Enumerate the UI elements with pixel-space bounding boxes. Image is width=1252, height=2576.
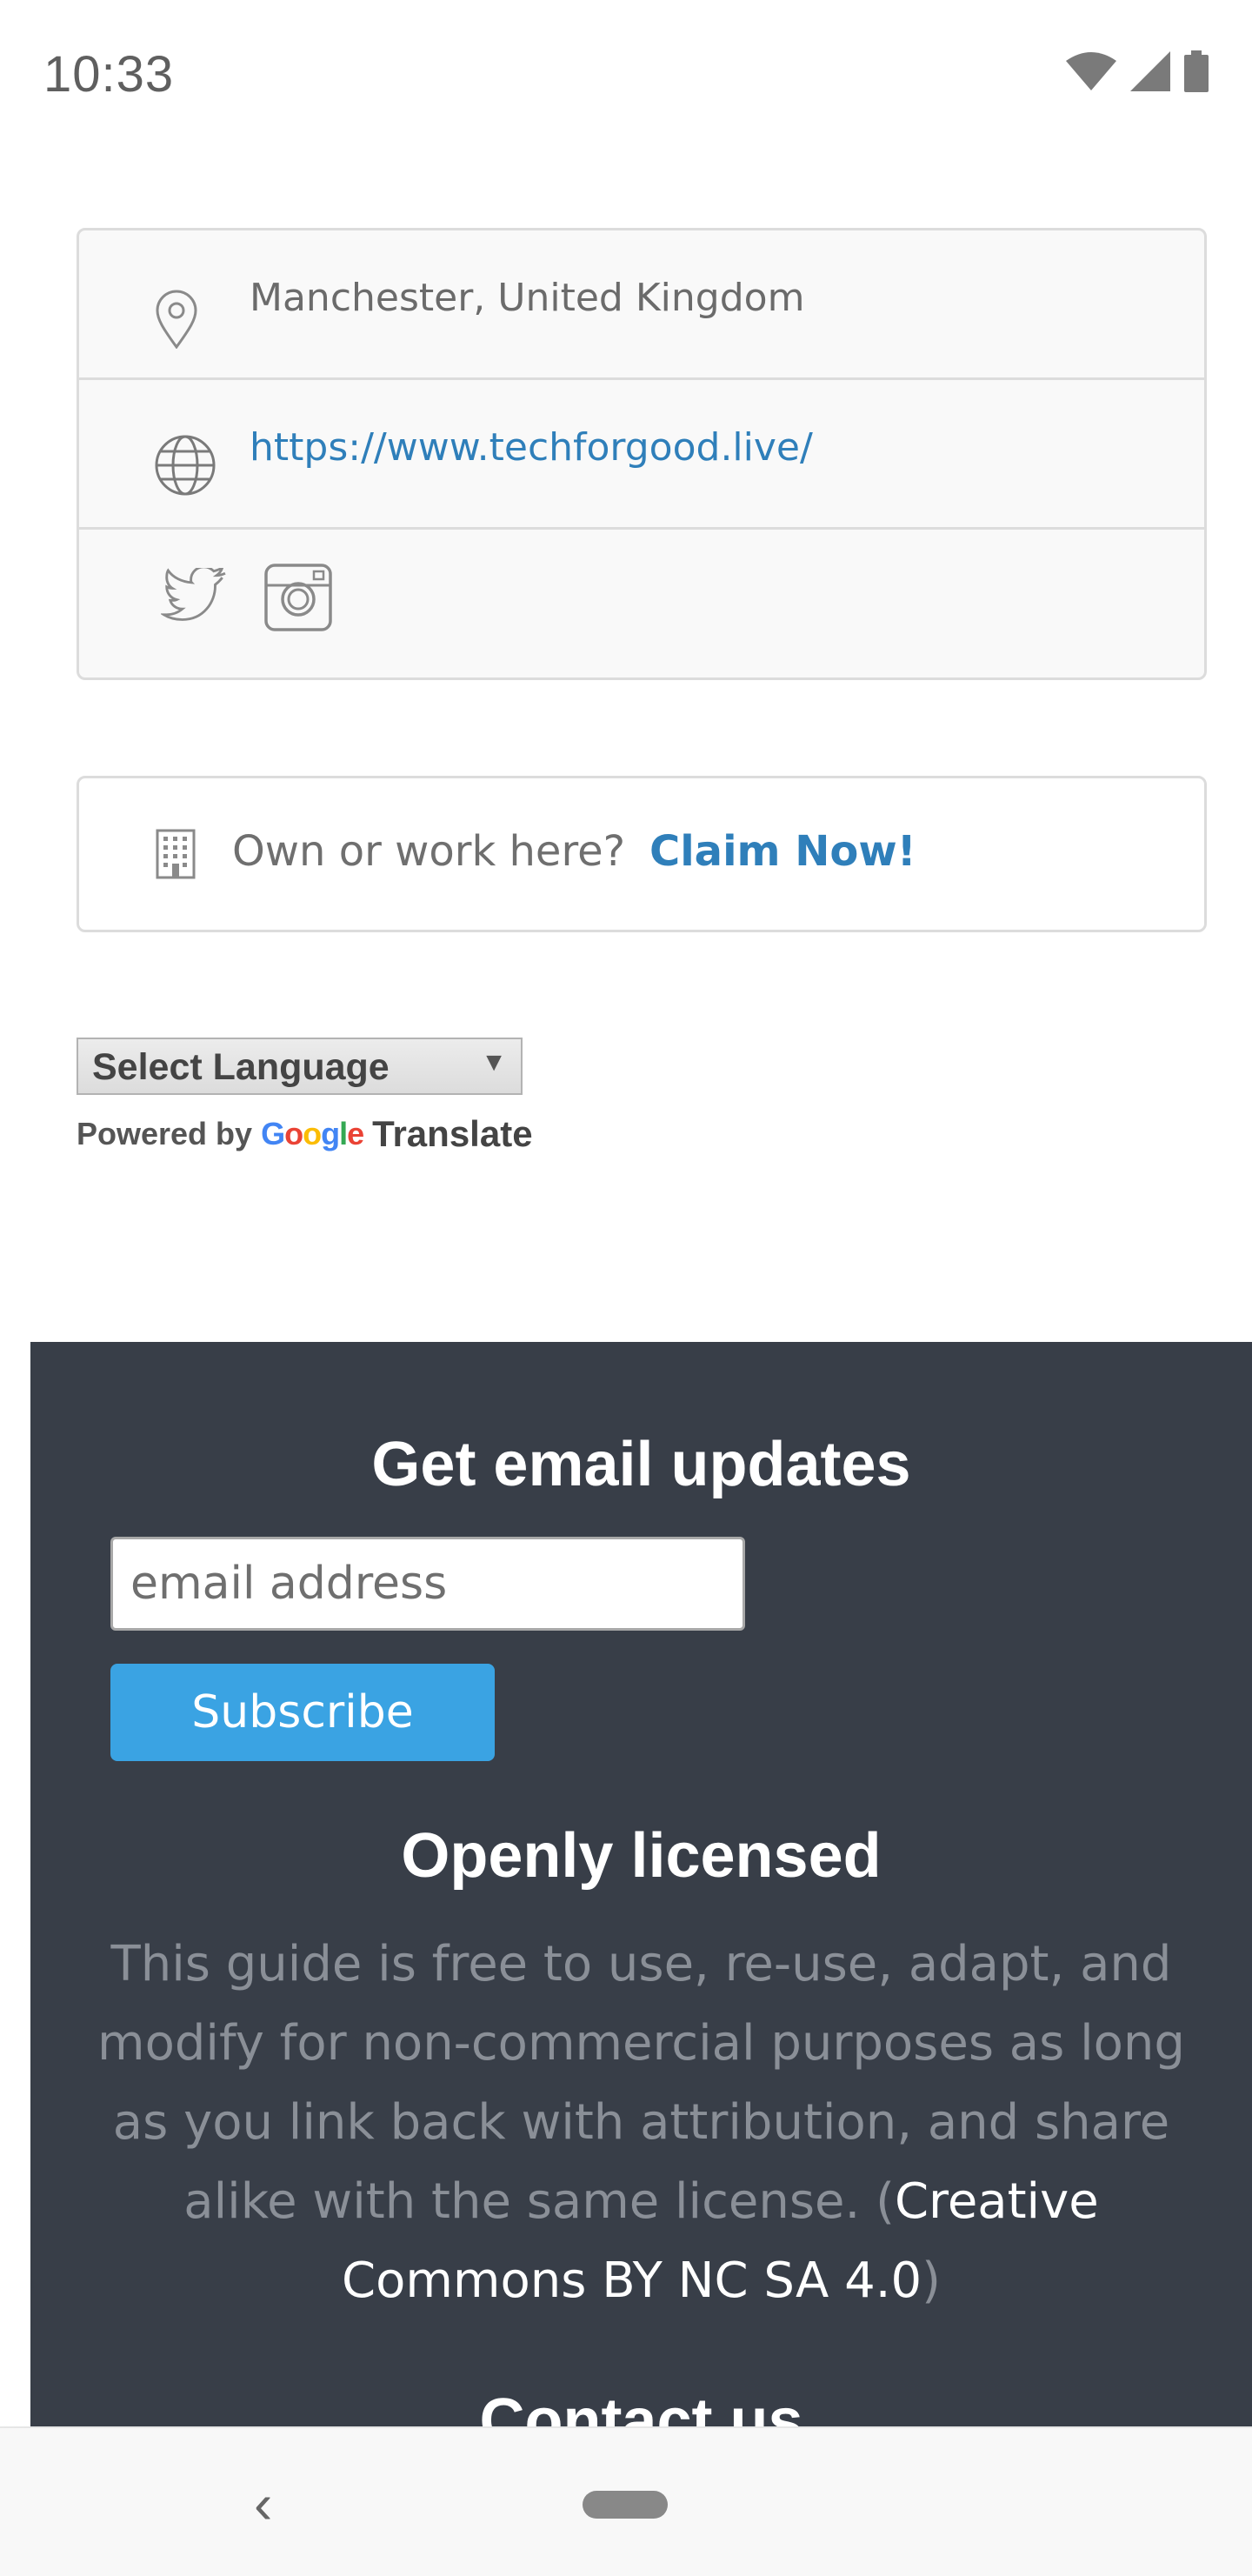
claim-card: Own or work here? Claim Now! [77,776,1207,932]
website-row: https://www.techforgood.live/ [79,380,1204,530]
instagram-icon[interactable] [263,563,333,632]
powered-by-google-translate: Powered by Google Translate [77,1113,533,1155]
back-icon[interactable]: ‹ [254,2472,272,2536]
email-input[interactable] [110,1537,745,1631]
status-icons [1066,50,1209,92]
subscribe-button[interactable]: Subscribe [110,1664,495,1761]
location-card: Manchester, United Kingdom https://www.t… [77,228,1207,680]
license-heading: Openly licensed [401,1821,882,1891]
navigation-bar: ‹ [0,2426,1252,2576]
home-pill-icon[interactable] [583,2491,668,2519]
language-select-label: Select Language [92,1046,390,1088]
translate-text: Translate [372,1113,533,1154]
website-link[interactable]: https://www.techforgood.live/ [250,425,813,470]
dropdown-arrow-icon: ▼ [481,1048,507,1077]
address-row: Manchester, United Kingdom [79,230,1204,380]
map-pin-icon [156,290,197,349]
battery-icon [1184,50,1209,92]
google-logo[interactable]: Google [261,1116,364,1152]
signal-icon [1130,51,1170,91]
twitter-icon[interactable] [161,568,230,631]
status-bar: 10:33 [0,0,1252,148]
globe-icon [155,435,216,496]
language-select[interactable]: Select Language ▼ [77,1038,523,1095]
license-close-paren: ) [922,2252,941,2309]
building-icon [156,829,196,879]
status-time: 10:33 [43,46,175,103]
wifi-icon [1066,52,1116,90]
social-row [79,530,1204,679]
email-updates-heading: Get email updates [371,1430,911,1499]
footer: Get email updates Subscribe Openly licen… [30,1342,1252,2456]
claim-now-link[interactable]: Claim Now! [649,827,916,876]
powered-by-text: Powered by [77,1116,253,1151]
claim-question: Own or work here? [232,827,626,876]
license-paragraph: This guide is free to use, re-use, adapt… [74,1925,1209,2320]
address-text: Manchester, United Kingdom [250,276,805,320]
